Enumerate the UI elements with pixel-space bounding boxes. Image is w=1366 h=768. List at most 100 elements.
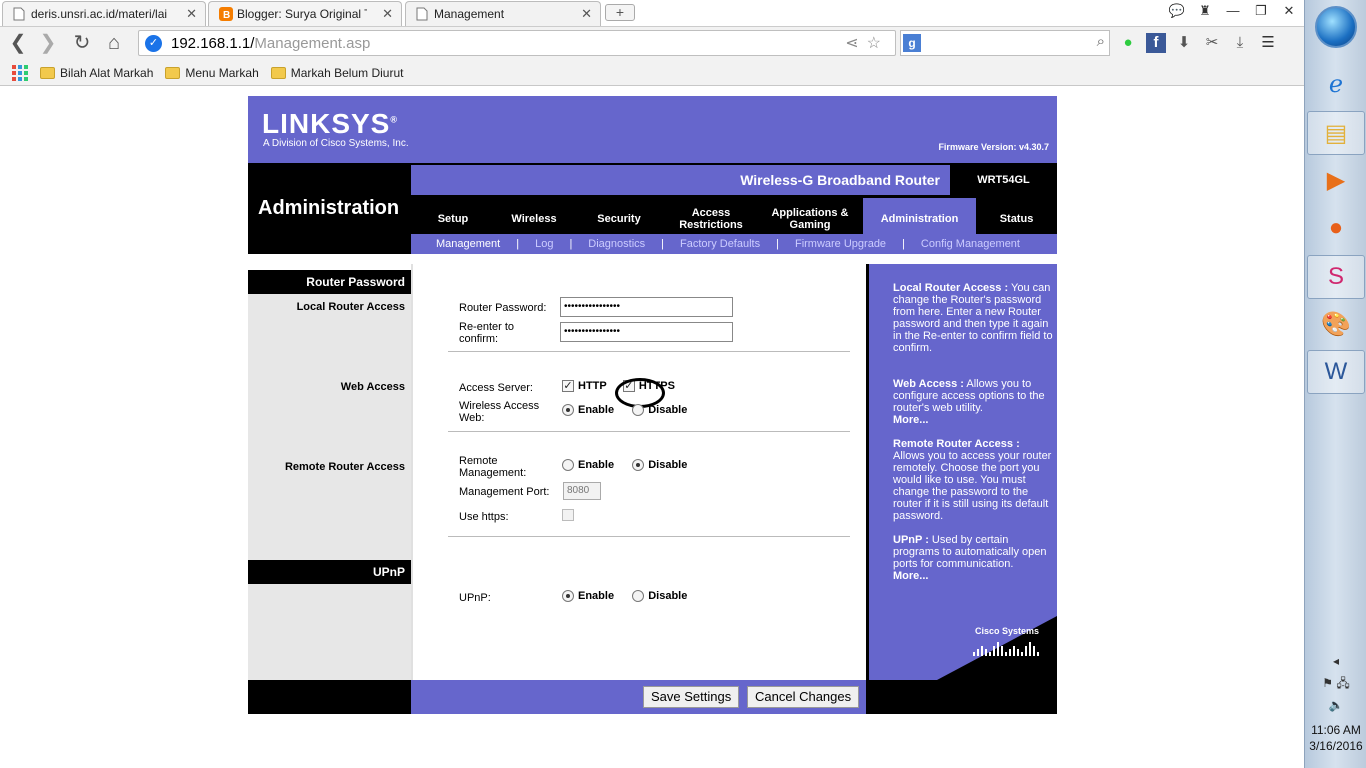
brand-header: LINKSYS® A Division of Cisco Systems, In…: [248, 96, 1057, 163]
media-player-icon[interactable]: ▶: [1307, 158, 1365, 202]
tab-applications-gaming[interactable]: Applications & Gaming: [757, 198, 863, 234]
clock-time: 11:06 AM: [1311, 723, 1361, 737]
remote-management-disable-radio[interactable]: [632, 459, 645, 472]
close-window-icon[interactable]: ✕: [1280, 3, 1298, 19]
divider: [448, 536, 850, 537]
firmware-version: Firmware Version: v4.30.7: [938, 142, 1049, 152]
save-settings-button[interactable]: Save Settings: [643, 686, 740, 708]
upnp-heading: UPnP: [248, 560, 411, 584]
use-https-checkbox[interactable]: [562, 509, 574, 522]
bookmark-folder-1[interactable]: Bilah Alat Markah: [40, 66, 153, 80]
share-bookmark-icons[interactable]: ⋖☆: [845, 33, 889, 53]
downloader-icon[interactable]: ⬇: [1174, 33, 1194, 53]
volume-icon[interactable]: 🔈: [1305, 694, 1366, 716]
bookmark-label: Menu Markah: [185, 65, 259, 80]
chat-icon[interactable]: 💬: [1168, 3, 1186, 19]
app-s-icon[interactable]: S: [1307, 255, 1365, 299]
url-host: 192.168.1.1/: [171, 35, 255, 52]
http-checkbox[interactable]: ✓: [562, 380, 574, 393]
address-bar[interactable]: ✓ 192.168.1.1/Management.asp ⋖☆: [138, 30, 896, 56]
word-icon[interactable]: W: [1307, 350, 1365, 394]
bookmark-folder-3[interactable]: Markah Belum Diurut: [270, 66, 403, 80]
tab-status[interactable]: Status: [976, 198, 1057, 234]
firefox-icon[interactable]: ●: [1307, 206, 1365, 250]
cisco-bars-icon: [973, 640, 1039, 656]
local-router-access-label: Local Router Access: [296, 301, 405, 313]
start-button[interactable]: [1315, 6, 1357, 48]
subtab-firmware-upgrade[interactable]: Firmware Upgrade: [795, 238, 886, 250]
section-header: Administration: [248, 163, 411, 254]
bottom-button-area: Save Settings Cancel Changes: [411, 680, 866, 714]
forward-icon[interactable]: ❯: [36, 31, 60, 55]
url-path: Management.asp: [254, 35, 371, 52]
subtab-factory-defaults[interactable]: Factory Defaults: [680, 238, 760, 250]
tray-arrow-icon[interactable]: ◂: [1305, 650, 1366, 672]
clock[interactable]: 11:06 AM 3/16/2016: [1305, 722, 1366, 754]
extension-icon[interactable]: ♜: [1196, 3, 1214, 19]
clock-date: 3/16/2016: [1309, 739, 1363, 753]
model-name: WRT54GL: [977, 174, 1030, 186]
help-web-access: Web Access : Allows you to configure acc…: [893, 378, 1045, 426]
tab-title: Blogger: Surya Original TK: [237, 7, 367, 21]
scissors-icon[interactable]: ✂: [1202, 33, 1222, 53]
page-icon: [13, 7, 25, 21]
home-icon[interactable]: ⌂: [102, 31, 126, 55]
new-tab-button[interactable]: +: [605, 4, 635, 21]
reenter-password-field[interactable]: ••••••••••••••••: [560, 322, 733, 342]
download-icon[interactable]: ⤓: [1230, 33, 1250, 53]
paint-icon[interactable]: 🎨: [1307, 302, 1365, 346]
tab-wireless[interactable]: Wireless: [495, 198, 573, 234]
subtab-diagnostics[interactable]: Diagnostics: [588, 238, 645, 250]
apps-icon[interactable]: [12, 64, 28, 81]
tab-access-restrictions[interactable]: Access Restrictions: [665, 198, 757, 234]
internet-explorer-icon[interactable]: ℯ: [1307, 62, 1365, 106]
enable-label: Enable: [578, 590, 615, 603]
bookmark-folder-2[interactable]: Menu Markah: [165, 65, 259, 80]
file-explorer-icon[interactable]: ▤: [1307, 111, 1365, 155]
router-password-field[interactable]: ••••••••••••••••: [560, 297, 733, 317]
upnp-disable-radio[interactable]: [632, 590, 645, 603]
network-icons[interactable]: ⚑ 🖧: [1305, 672, 1366, 694]
subtab-management[interactable]: Management: [436, 238, 500, 250]
wireless-access-label: Wireless Access Web:: [459, 400, 540, 424]
wireless-access-enable-radio[interactable]: [562, 404, 574, 417]
router-password-label: Router Password:: [459, 302, 547, 314]
reload-icon[interactable]: ↻: [70, 31, 94, 55]
folder-icon: [165, 66, 181, 79]
browser-tab-1[interactable]: deris.unsri.ac.id/materi/lai ✕: [2, 1, 206, 26]
tab-setup[interactable]: Setup: [411, 198, 495, 234]
browser-tab-2[interactable]: B Blogger: Surya Original TK ✕: [208, 1, 402, 26]
restore-icon[interactable]: ❐: [1252, 3, 1270, 19]
cancel-changes-button[interactable]: Cancel Changes: [747, 686, 860, 708]
extension-icons: ● f ⬇ ✂ ⤓ ☰: [1118, 33, 1278, 53]
subtab-log[interactable]: Log: [535, 238, 553, 250]
bookmark-label: Bilah Alat Markah: [60, 65, 154, 80]
remote-management-enable-radio[interactable]: [562, 459, 574, 472]
facebook-icon[interactable]: f: [1146, 33, 1166, 53]
whatsapp-icon[interactable]: ●: [1118, 33, 1138, 53]
tab-administration[interactable]: Administration: [863, 198, 976, 234]
subtab-config-management[interactable]: Config Management: [921, 238, 1020, 250]
upnp-label: UPnP:: [459, 592, 491, 604]
search-box[interactable]: g ⌕: [900, 30, 1110, 56]
cisco-logo: Cisco Systems: [974, 626, 1039, 636]
google-icon[interactable]: g: [903, 34, 921, 52]
screen: deris.unsri.ac.id/materi/lai ✕ B Blogger…: [0, 0, 1366, 768]
wireless-access-disable-radio[interactable]: [632, 404, 645, 417]
more-link[interactable]: More...: [893, 570, 928, 582]
windows-taskbar: ℯ ▤ ▶ ● S 🎨 W ◂ ⚑ 🖧 🔈 11:06 AM 3/16/2016: [1304, 0, 1366, 768]
back-icon[interactable]: ❮: [6, 31, 30, 55]
search-icon[interactable]: ⌕: [1097, 33, 1105, 50]
more-link[interactable]: More...: [893, 414, 928, 426]
browser-tab-3[interactable]: Management ✕: [405, 1, 601, 26]
help-remote-access: Remote Router Access : Allows you to acce…: [893, 438, 1052, 522]
close-icon[interactable]: ✕: [382, 6, 393, 22]
menu-icon[interactable]: ☰: [1258, 33, 1278, 53]
management-port-field[interactable]: 8080: [563, 482, 601, 500]
close-icon[interactable]: ✕: [581, 6, 592, 22]
window-controls: 💬 ♜ — ❐ ✕: [1168, 3, 1298, 19]
minimize-icon[interactable]: —: [1224, 3, 1242, 19]
close-icon[interactable]: ✕: [186, 6, 197, 22]
tab-security[interactable]: Security: [573, 198, 665, 234]
upnp-enable-radio[interactable]: [562, 590, 574, 603]
